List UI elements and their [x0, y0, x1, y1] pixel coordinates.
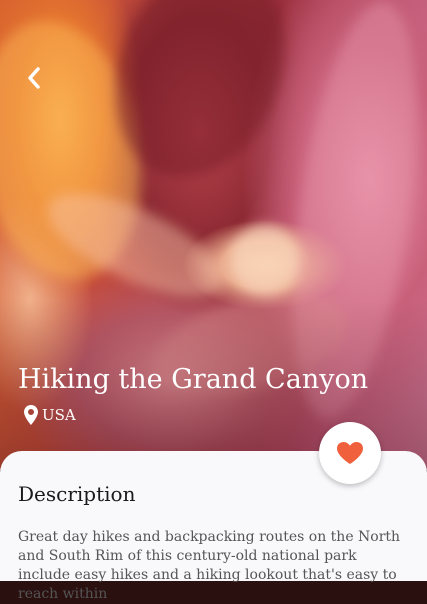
hero-image: [0, 0, 427, 470]
description-heading: Description: [18, 482, 136, 506]
location: USA: [24, 405, 76, 425]
back-button[interactable]: [20, 62, 48, 94]
favorite-button[interactable]: [319, 422, 381, 484]
map-pin-icon: [24, 405, 38, 425]
page-title: Hiking the Grand Canyon: [18, 364, 369, 395]
chevron-left-icon: [28, 67, 40, 89]
location-label: USA: [42, 406, 76, 424]
heart-icon: [337, 442, 363, 464]
description-text: Great day hikes and backpacking routes o…: [18, 529, 401, 602]
